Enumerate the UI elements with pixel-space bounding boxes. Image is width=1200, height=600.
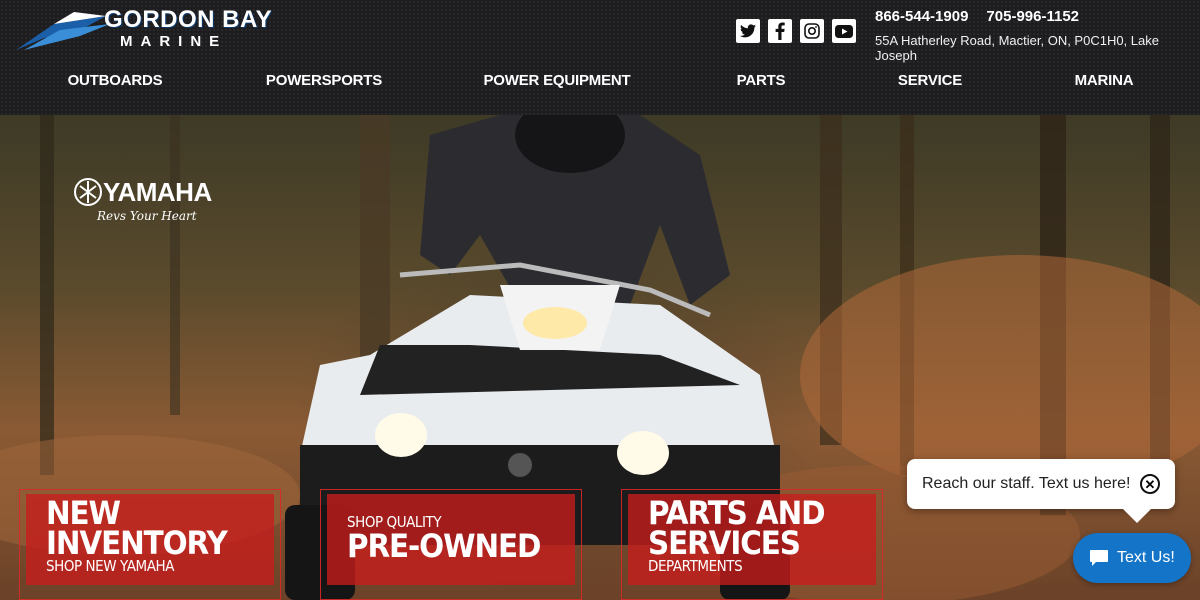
social-links: [736, 19, 856, 43]
promo-parts-services-sub: DEPARTMENTS: [648, 557, 743, 575]
yamaha-logo: YAMAHA Revs Your Heart: [73, 177, 218, 227]
yamaha-tuning-fork-icon: [74, 178, 102, 206]
nav-item-powersports[interactable]: POWERSPORTS: [266, 72, 382, 89]
chat-prompt-text: Reach our staff. Text us here!: [922, 475, 1131, 492]
address-text: 55A Hatherley Road, Mactier, ON, P0C1H0,…: [875, 33, 1159, 63]
instagram-icon[interactable]: [800, 19, 824, 43]
logo-name-top: GORDON BAY: [104, 6, 273, 33]
nav-item-power-equipment[interactable]: POWER EQUIPMENT: [483, 72, 630, 89]
text-us-button[interactable]: Text Us!: [1073, 533, 1191, 583]
contact-info: 866-544-1909 705-996-1152 55A Hatherley …: [875, 8, 1200, 63]
yamaha-tagline: Revs Your Heart: [97, 209, 197, 223]
promo-new-inventory[interactable]: NEW INVENTORY SHOP NEW YAMAHA: [19, 489, 281, 600]
facebook-icon[interactable]: [768, 19, 792, 43]
nav-item-marina[interactable]: MARINA: [1075, 72, 1134, 89]
text-us-label: Text Us!: [1117, 549, 1175, 566]
nav-item-service[interactable]: SERVICE: [898, 72, 962, 89]
logo-name-bottom: MARINE: [120, 33, 228, 50]
promo-parts-services[interactable]: PARTS AND SERVICES DEPARTMENTS: [621, 489, 883, 600]
chat-bubble-icon: [1090, 550, 1108, 566]
promo-new-inventory-line2: INVENTORY: [46, 524, 228, 562]
promo-new-inventory-sub: SHOP NEW YAMAHA: [46, 557, 175, 575]
nav-item-outboards[interactable]: OUTBOARDS: [68, 72, 163, 89]
twitter-icon[interactable]: [736, 19, 760, 43]
main-nav: OUTBOARDS POWERSPORTS POWER EQUIPMENT PA…: [0, 72, 1200, 94]
gordon-bay-marine-logo[interactable]: GORDON BAY MARINE: [14, 6, 276, 52]
chat-prompt-bubble[interactable]: Reach our staff. Text us here! ✕: [907, 459, 1175, 523]
youtube-icon[interactable]: [832, 19, 856, 43]
promo-pre-owned-big: PRE-OWNED: [347, 527, 541, 565]
promo-parts-services-line2: SERVICES: [648, 524, 801, 562]
phone-number-1[interactable]: 866-544-1909: [875, 8, 968, 25]
yamaha-wordmark: YAMAHA: [103, 177, 212, 207]
phone-number-2[interactable]: 705-996-1152: [986, 8, 1079, 25]
site-header: GORDON BAY MARINE 866-544-1909 705-996-1…: [0, 0, 1200, 115]
nav-item-parts[interactable]: PARTS: [737, 72, 786, 89]
close-icon[interactable]: ✕: [1140, 474, 1160, 494]
promo-pre-owned[interactable]: SHOP QUALITY PRE-OWNED: [320, 489, 582, 600]
boat-swoosh-icon: [16, 12, 110, 50]
